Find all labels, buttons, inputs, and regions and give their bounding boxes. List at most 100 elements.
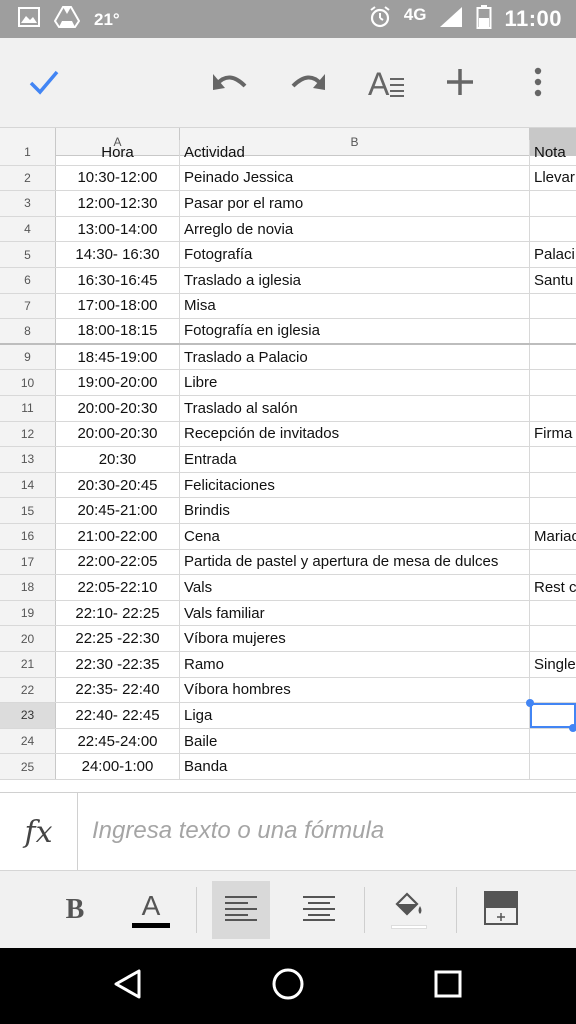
row-number[interactable]: 18: [0, 575, 56, 600]
cell-nota[interactable]: [530, 678, 576, 703]
cell-actividad[interactable]: Traslado al salón: [180, 396, 530, 421]
cell-nota[interactable]: Nota: [530, 140, 576, 165]
cell-actividad[interactable]: Partida de pastel y apertura de mesa de …: [180, 549, 530, 575]
cell-hora[interactable]: 22:05-22:10: [56, 575, 180, 600]
cell-nota[interactable]: [530, 447, 576, 472]
formula-input[interactable]: [92, 813, 562, 849]
row-number[interactable]: 1: [0, 140, 56, 165]
row-number[interactable]: 22: [0, 677, 56, 703]
cell-nota[interactable]: [530, 473, 576, 498]
cell-actividad[interactable]: Banda: [180, 754, 530, 779]
row-number[interactable]: 5: [0, 242, 56, 267]
cell-hora[interactable]: 21:00-22:00: [56, 524, 180, 549]
cell-actividad[interactable]: Traslado a iglesia: [180, 268, 530, 293]
cell-nota[interactable]: [530, 754, 576, 779]
cell-actividad[interactable]: Pasar por el ramo: [180, 191, 530, 216]
text-color-button[interactable]: A: [122, 881, 180, 939]
cell-actividad[interactable]: Brindis: [180, 498, 530, 523]
cell-hora[interactable]: Hora: [56, 140, 180, 165]
cell-hora[interactable]: 13:00-14:00: [56, 216, 180, 242]
cell-hora[interactable]: 20:00-20:30: [56, 396, 180, 421]
bold-button[interactable]: B: [46, 881, 104, 939]
cell-nota[interactable]: [530, 294, 576, 319]
cell-nota[interactable]: Llevar: [530, 166, 576, 191]
insert-row-button[interactable]: [472, 881, 530, 939]
fill-color-button[interactable]: [380, 881, 438, 939]
row-number[interactable]: 23: [0, 703, 56, 728]
row-number[interactable]: 7: [0, 293, 56, 319]
row-number[interactable]: 20: [0, 626, 56, 651]
cell-hora[interactable]: 24:00-1:00: [56, 754, 180, 779]
home-button[interactable]: [258, 962, 318, 1010]
cell-nota[interactable]: Single: [530, 652, 576, 677]
row-number[interactable]: 24: [0, 728, 56, 754]
cell-hora[interactable]: 20:45-21:00: [56, 498, 180, 523]
align-left-button[interactable]: [212, 881, 270, 939]
cell-actividad[interactable]: Cena: [180, 524, 530, 549]
undo-button[interactable]: [206, 60, 254, 108]
row-number[interactable]: 25: [0, 754, 56, 779]
cell-hora[interactable]: 16:30-16:45: [56, 268, 180, 293]
cell-actividad[interactable]: Entrada: [180, 447, 530, 472]
cell-actividad[interactable]: Ramo: [180, 652, 530, 677]
cell-actividad[interactable]: Arreglo de novia: [180, 216, 530, 242]
cell-actividad[interactable]: Recepción de invitados: [180, 421, 530, 447]
row-number[interactable]: 11: [0, 396, 56, 421]
row-number[interactable]: 8: [0, 319, 56, 343]
cell-nota[interactable]: [530, 550, 576, 575]
cell-actividad[interactable]: Traslado a Palacio: [180, 344, 530, 370]
cell-hora[interactable]: 18:45-19:00: [56, 344, 180, 370]
row-number[interactable]: 12: [0, 421, 56, 447]
cell-actividad[interactable]: Liga: [180, 703, 530, 728]
cell-hora[interactable]: 20:30: [56, 447, 180, 472]
cell-actividad[interactable]: Felicitaciones: [180, 472, 530, 498]
cell-nota[interactable]: [530, 217, 576, 242]
spreadsheet-grid[interactable]: A B 1 Hora Actividad Nota 2 10:30-12:00 Peinad…: [0, 128, 576, 792]
cell-actividad[interactable]: Víbora hombres: [180, 677, 530, 703]
row-number[interactable]: 6: [0, 268, 56, 293]
row-number[interactable]: 9: [0, 344, 56, 370]
cell-hora[interactable]: 17:00-18:00: [56, 293, 180, 319]
text-format-button[interactable]: A: [362, 60, 410, 108]
cell-nota[interactable]: [530, 370, 576, 395]
cell-nota[interactable]: Rest c: [530, 575, 576, 600]
cell-hora[interactable]: 18:00-18:15: [56, 319, 180, 343]
row-number[interactable]: 4: [0, 216, 56, 242]
row-number[interactable]: 14: [0, 472, 56, 498]
cell-nota[interactable]: [530, 626, 576, 651]
cell-hora[interactable]: 19:00-20:00: [56, 370, 180, 395]
cell-nota[interactable]: [530, 601, 576, 626]
row-number[interactable]: 15: [0, 498, 56, 523]
redo-button[interactable]: [284, 60, 332, 108]
cell-nota[interactable]: [530, 396, 576, 421]
row-number[interactable]: 2: [0, 165, 56, 191]
cell-nota[interactable]: [530, 191, 576, 216]
cell-nota[interactable]: [530, 729, 576, 754]
more-options-button[interactable]: [514, 60, 562, 108]
row-number[interactable]: 17: [0, 549, 56, 575]
cell-actividad[interactable]: Actividad: [180, 140, 530, 165]
cell-hora[interactable]: 22:10- 22:25: [56, 600, 180, 626]
cell-actividad[interactable]: Libre: [180, 370, 530, 395]
row-number[interactable]: 3: [0, 191, 56, 216]
row-number[interactable]: 19: [0, 600, 56, 626]
cell-nota[interactable]: Santu: [530, 268, 576, 293]
cell-hora[interactable]: 22:25 -22:30: [56, 626, 180, 651]
cell-actividad[interactable]: Fotografía en iglesia: [180, 319, 530, 343]
cell-hora[interactable]: 14:30- 16:30: [56, 242, 180, 267]
cell-nota[interactable]: Palaci: [530, 242, 576, 267]
row-number[interactable]: 16: [0, 524, 56, 549]
done-button[interactable]: [20, 60, 68, 108]
cell-hora[interactable]: 22:45-24:00: [56, 728, 180, 754]
cell-actividad[interactable]: Víbora mujeres: [180, 626, 530, 651]
cell-nota[interactable]: [530, 319, 576, 343]
cell-actividad[interactable]: Baile: [180, 728, 530, 754]
back-button[interactable]: [98, 962, 158, 1010]
cell-hora[interactable]: 12:00-12:30: [56, 191, 180, 216]
cell-actividad[interactable]: Peinado Jessica: [180, 165, 530, 191]
cell-nota[interactable]: Mariac: [530, 524, 576, 549]
cell-hora[interactable]: 22:40- 22:45: [56, 703, 180, 728]
cell-nota[interactable]: [530, 498, 576, 523]
row-number[interactable]: 13: [0, 447, 56, 472]
cell-hora[interactable]: 20:30-20:45: [56, 472, 180, 498]
